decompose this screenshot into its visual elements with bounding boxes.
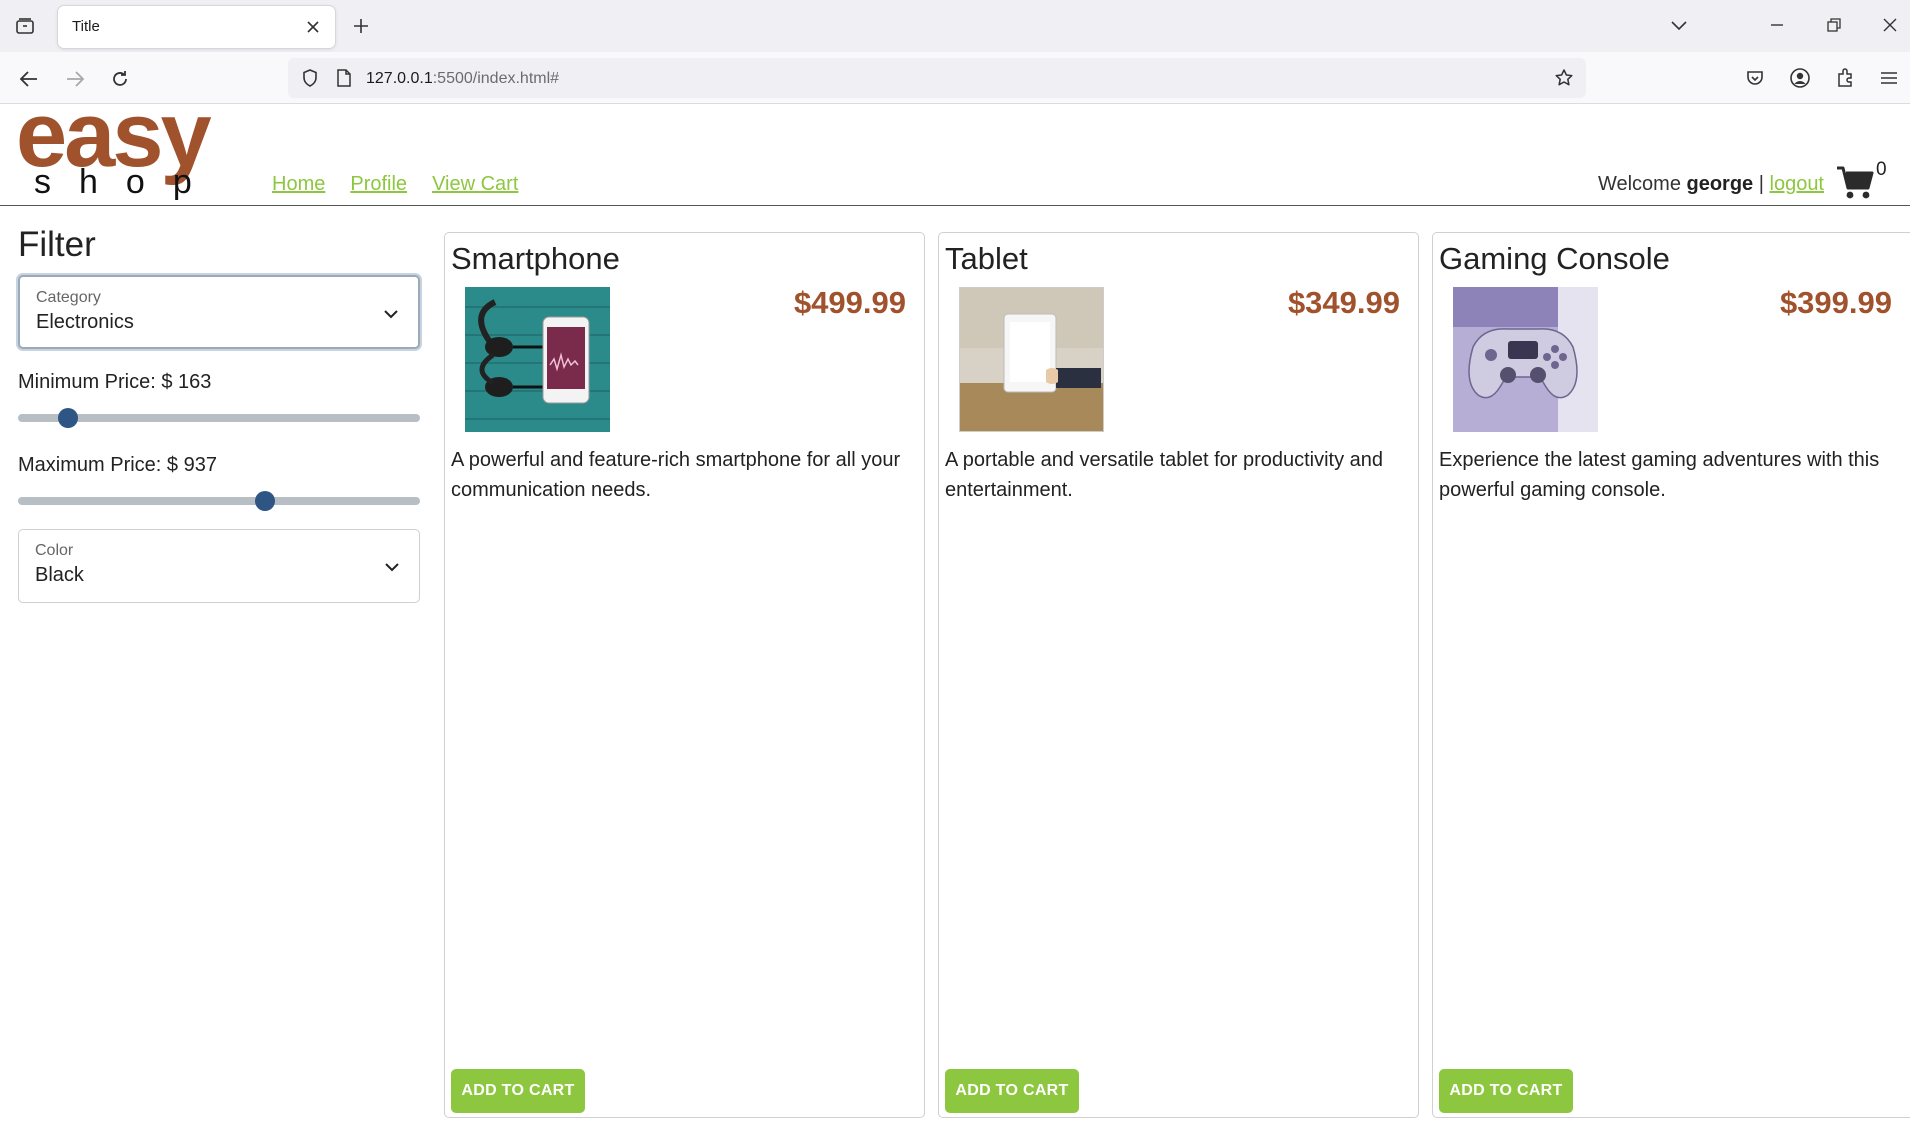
welcome-prefix: Welcome [1597, 173, 1687, 195]
chevron-down-icon [384, 310, 398, 319]
shield-icon[interactable] [298, 66, 322, 90]
star-icon[interactable] [1552, 66, 1576, 90]
add-to-cart-button[interactable]: ADD TO CART [945, 1069, 1079, 1113]
browser-tabstrip: Title [0, 0, 1910, 52]
min-price-slider[interactable] [18, 402, 420, 432]
site-header: easy shop Home Profile View Cart Welcome… [0, 89, 1910, 206]
filter-panel: Filter Category Electronics Minimum Pric… [18, 225, 420, 603]
browser-navbar: 127.0.0.1:5500/index.html# [0, 52, 1910, 104]
max-price-slider[interactable] [18, 485, 420, 515]
url-path: :5500/index.html# [432, 70, 560, 87]
min-price-slider-thumb[interactable] [58, 408, 79, 428]
max-price-slider-thumb[interactable] [255, 491, 276, 511]
product-price: $499.99 [793, 285, 906, 320]
url-text: 127.0.0.1:5500/index.html# [366, 70, 559, 88]
color-select[interactable]: Color Black [18, 529, 420, 603]
color-label: Color [35, 542, 74, 559]
min-price-slider-track[interactable] [18, 414, 420, 422]
minimize-icon[interactable] [1760, 10, 1794, 40]
logout-link[interactable]: logout [1770, 173, 1825, 195]
browser-tab[interactable]: Title [58, 6, 335, 48]
cart-count-badge: 0 [1876, 159, 1887, 180]
account-icon[interactable] [1785, 63, 1815, 93]
product-description: Experience the latest gaming adventures … [1439, 449, 1880, 501]
min-price-label: Minimum Price: $ 163 [18, 371, 212, 393]
main-nav: Home Profile View Cart [272, 173, 518, 196]
product-description: A powerful and feature-rich smartphone f… [451, 449, 901, 501]
category-value: Electronics [36, 311, 134, 333]
category-select[interactable]: Category Electronics [18, 275, 420, 349]
product-card-tablet: Tablet $349.99 A portable and versatile … [938, 232, 1419, 1118]
product-name: Gaming Console [1439, 241, 1670, 276]
nav-link-view-cart[interactable]: View Cart [432, 173, 518, 196]
product-card-gaming-console: Gaming Console $399.99 Experience the la… [1432, 232, 1910, 1118]
nav-link-home[interactable]: Home [272, 173, 325, 196]
logo-text-shop: shop [34, 163, 220, 201]
product-name: Smartphone [451, 241, 620, 276]
chevron-down-icon [385, 563, 399, 572]
nav-link-profile[interactable]: Profile [350, 173, 407, 196]
restore-icon[interactable] [1817, 10, 1851, 40]
product-card-smartphone: Smartphone $499.99 A powerful and featur… [444, 232, 925, 1118]
product-image-gaming-console [1453, 287, 1598, 432]
add-to-cart-button[interactable]: ADD TO CART [451, 1069, 585, 1113]
extensions-icon[interactable] [1830, 63, 1860, 93]
max-price-slider-track[interactable] [18, 497, 420, 505]
tab-title: Title [72, 18, 100, 35]
welcome-message: Welcome george | logout [1598, 173, 1824, 196]
color-value: Black [35, 564, 84, 586]
add-to-cart-button[interactable]: ADD TO CART [1439, 1069, 1573, 1113]
tab-list-icon[interactable] [12, 14, 38, 38]
new-tab-icon[interactable] [348, 13, 374, 39]
chevron-down-icon[interactable] [1662, 10, 1696, 40]
product-image-tablet [959, 287, 1104, 432]
product-price: $399.99 [1779, 285, 1892, 320]
max-price-label: Maximum Price: $ 937 [18, 454, 217, 476]
product-image-smartphone [465, 287, 610, 432]
username: george [1686, 173, 1754, 195]
menu-icon[interactable] [1874, 63, 1904, 93]
easy-shop-logo[interactable]: easy shop [16, 89, 248, 205]
close-window-icon[interactable] [1873, 10, 1907, 40]
product-description: A portable and versatile tablet for prod… [945, 449, 1384, 501]
category-label: Category [36, 289, 101, 306]
page-icon [332, 66, 356, 90]
filter-title: Filter [18, 225, 96, 264]
product-name: Tablet [945, 241, 1028, 276]
url-host: 127.0.0.1 [366, 70, 433, 87]
cart-icon[interactable] [1836, 165, 1874, 201]
close-tab-icon[interactable] [301, 15, 325, 39]
welcome-separator: | [1753, 173, 1770, 195]
url-bar[interactable]: 127.0.0.1:5500/index.html# [288, 58, 1586, 98]
pocket-icon[interactable] [1740, 63, 1770, 93]
product-price: $349.99 [1287, 285, 1400, 320]
product-grid: Smartphone $499.99 A powerful and featur… [444, 232, 1910, 1118]
